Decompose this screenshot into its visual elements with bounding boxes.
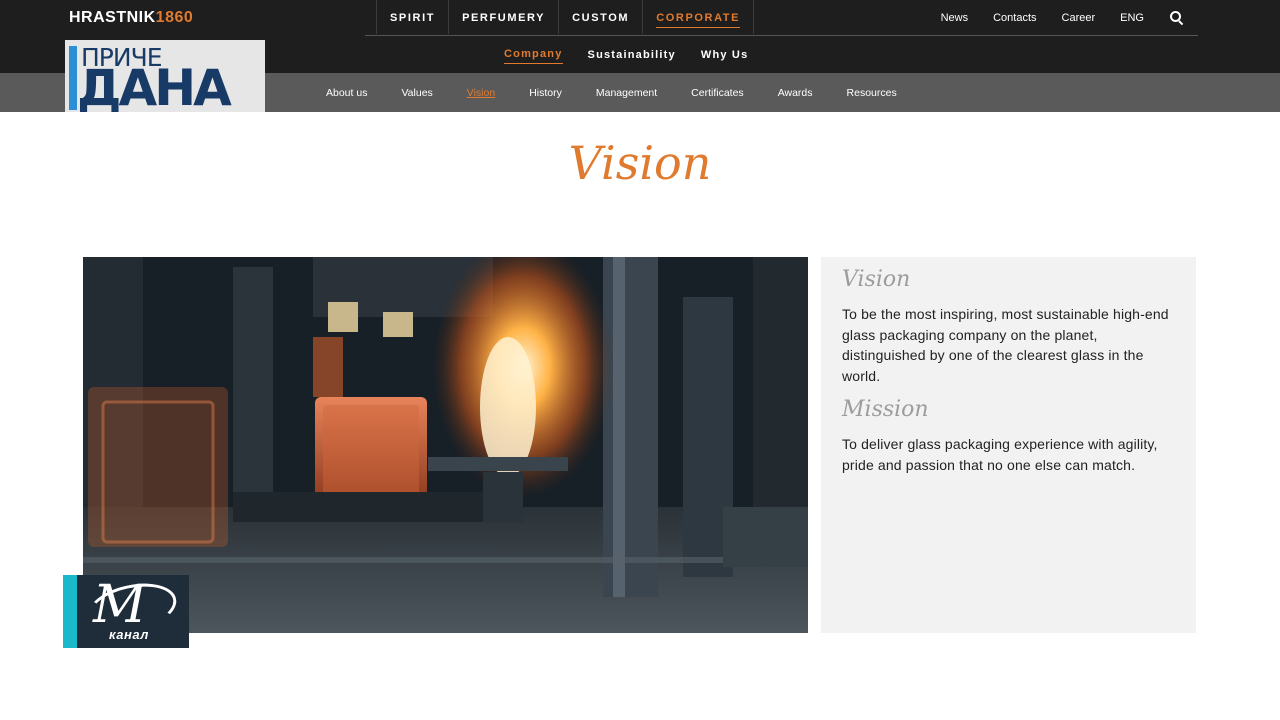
utility-nav: News Contacts Career ENG: [916, 0, 1184, 36]
main-nav-label: PERFUMERY: [462, 12, 546, 24]
brand-name: HRASTNIK: [69, 9, 156, 26]
section-nav-resources[interactable]: Resources: [847, 87, 897, 99]
main-nav-custom[interactable]: CUSTOM: [558, 0, 642, 34]
glass-factory-photo: [83, 257, 808, 633]
main-nav-label: CORPORATE: [656, 12, 741, 28]
channel-overlay-logo: M канал: [63, 575, 189, 648]
sub-nav-sustainability[interactable]: Sustainability: [588, 49, 676, 61]
section-nav-values[interactable]: Values: [401, 87, 432, 99]
util-link-career[interactable]: Career: [1062, 12, 1096, 24]
sub-nav-why-us[interactable]: Why Us: [701, 49, 749, 61]
tv-show-overlay-logo: ПРИЧЕ ДАНА: [65, 40, 265, 112]
sub-nav-company[interactable]: Company: [504, 48, 563, 64]
mission-text: To deliver glass packaging experience wi…: [842, 436, 1158, 473]
top-bar: HRASTNIK1860 SPIRIT PERFUMERY CUSTOM COR…: [0, 0, 1280, 36]
channel-logo-name: канал: [109, 627, 149, 642]
sub-nav: Company Sustainability Why Us: [504, 36, 773, 73]
section-nav-about-us[interactable]: About us: [326, 87, 367, 99]
brand-year: 1860: [155, 9, 194, 26]
section-nav-management[interactable]: Management: [596, 87, 657, 99]
vision-heading: Vision: [842, 267, 911, 292]
main-nav-label: CUSTOM: [572, 12, 630, 24]
section-nav-vision[interactable]: Vision: [467, 87, 495, 99]
main-nav: SPIRIT PERFUMERY CUSTOM CORPORATE: [376, 0, 755, 34]
section-nav-awards[interactable]: Awards: [778, 87, 813, 99]
page-title: Vision: [568, 136, 712, 190]
vision-text: To be the most inspiring, most sustainab…: [842, 306, 1169, 384]
main-nav-perfumery[interactable]: PERFUMERY: [448, 0, 558, 34]
main-nav-label: SPIRIT: [390, 12, 436, 24]
search-icon[interactable]: [1170, 11, 1184, 26]
vision-mission-panel: Vision To be the most inspiring, most su…: [821, 257, 1196, 633]
main-nav-spirit[interactable]: SPIRIT: [376, 0, 448, 34]
language-selector[interactable]: ENG: [1120, 12, 1144, 24]
main-nav-corporate[interactable]: CORPORATE: [642, 0, 755, 34]
section-nav: About us Values Vision History Managemen…: [326, 73, 931, 112]
tv-logo-line2: ДАНА: [77, 59, 232, 112]
section-nav-certificates[interactable]: Certificates: [691, 87, 744, 99]
channel-logo-accent: [63, 575, 77, 648]
channel-logo-letter: M: [93, 575, 147, 635]
brand-logo[interactable]: HRASTNIK1860: [69, 9, 193, 27]
mission-heading: Mission: [842, 397, 929, 422]
section-nav-history[interactable]: History: [529, 87, 562, 99]
tv-logo-accent-bar: [69, 46, 77, 110]
util-link-news[interactable]: News: [941, 12, 969, 24]
util-link-contacts[interactable]: Contacts: [993, 12, 1036, 24]
